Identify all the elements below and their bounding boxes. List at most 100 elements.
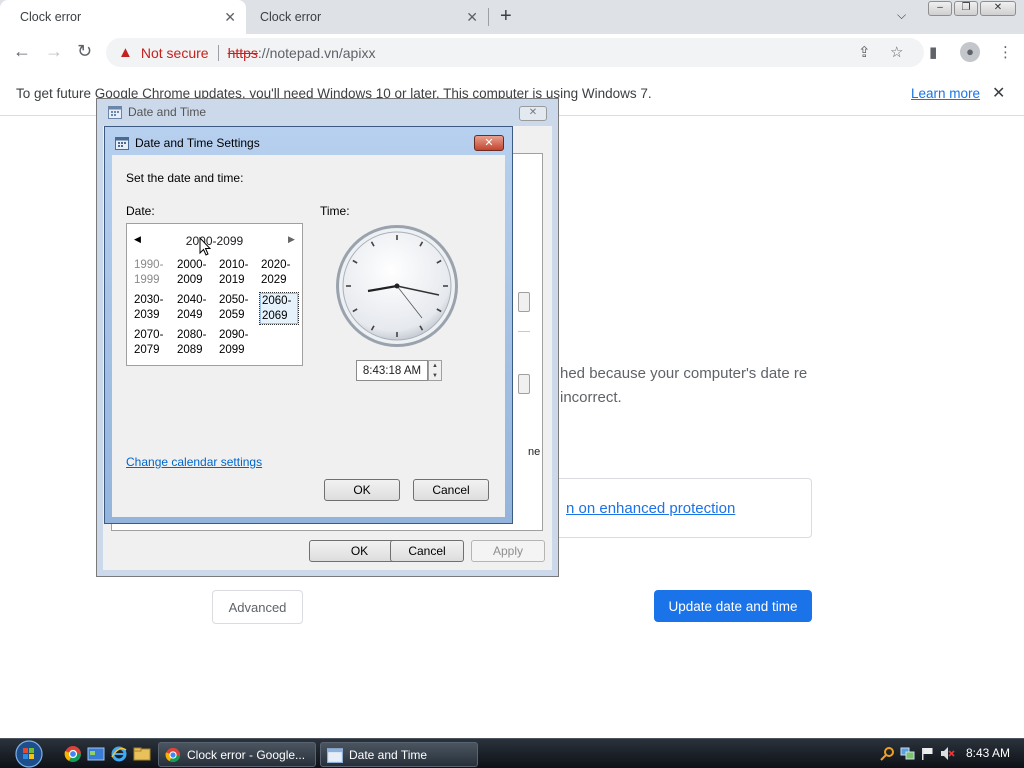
taskbar-task-chrome[interactable]: Clock error - Google... [158,742,316,767]
decade-cell[interactable]: 2070- 2079 [132,327,172,360]
decade-end: 2099 [219,344,245,356]
url-scheme: https [227,44,258,61]
decade-start: 2050- [219,294,249,306]
decade-start: 2060- [262,295,292,307]
reload-icon[interactable]: ↻ [77,41,92,62]
dialog-close-icon[interactable]: ✕ [519,106,547,121]
date-time-icon [115,137,129,150]
address-bar[interactable]: ▲ Not secure https ://notepad.vn/apixx [106,38,924,67]
change-calendar-settings-link[interactable]: Change calendar settings [126,455,262,469]
tab-separator [488,8,489,26]
dialog-close-icon[interactable]: ✕ [474,135,504,151]
show-desktop-icon[interactable] [87,745,105,763]
bookmark-star-icon[interactable]: ☆ [890,43,903,61]
time-input[interactable]: 8:43:18 AM [356,360,428,381]
omnibox-separator [217,44,219,61]
tab-strip: Clock error ✕ Clock error ✕ + ⌵ – ❐ ✕ [0,0,1024,34]
internet-explorer-icon[interactable] [110,745,128,763]
infobar-close-icon[interactable]: ✕ [992,83,1005,103]
decade-end: 2009 [177,274,203,286]
decade-start: 1990- [134,259,164,271]
window-close-icon[interactable]: ✕ [980,1,1016,16]
dialog-title: Date and Time [108,105,206,119]
decade-cell[interactable]: 2040- 2049 [175,292,215,325]
cancel-button[interactable]: Cancel [413,479,489,501]
calendar-picker[interactable]: ◀ 2000-2099 ▶ 1990- 1999 2000- 2009 2010- 201… [126,223,303,366]
decade-end: 2059 [219,309,245,321]
decade-cell[interactable]: 2050- 2059 [217,292,257,325]
side-panel-icon[interactable]: ▮ [929,43,937,61]
warning-triangle-icon[interactable]: ▲ [118,44,133,61]
tab-clock-error[interactable]: Clock error ✕ [240,0,490,34]
spin-down-icon[interactable]: ▼ [429,371,441,381]
learn-more-link[interactable]: Learn more [911,86,980,101]
decade-end: 2029 [261,274,287,286]
instruction-label: Set the date and time: [126,171,244,185]
taskbar-clock[interactable]: 8:43 AM [966,746,1010,760]
windows-taskbar: Clock error - Google... Date and Time 8:… [0,738,1024,768]
update-date-time-button[interactable]: Update date and time [654,590,812,622]
tab-clock-error-active[interactable]: Clock error ✕ [0,0,246,34]
decade-end: 2069 [262,310,288,322]
change-button-stub[interactable] [518,292,530,312]
ok-button[interactable]: OK [324,479,400,501]
tab-search-chevron-icon[interactable]: ⌵ [897,8,906,23]
file-explorer-icon[interactable] [133,745,151,763]
mouse-cursor-icon [199,237,211,256]
analog-clock [336,225,458,347]
dialog-title-text: Date and Time [128,105,207,119]
chrome-icon [165,747,181,762]
tab-close-icon[interactable]: ✕ [224,9,236,26]
decade-end: 2039 [134,309,160,321]
network-icon[interactable] [900,746,915,761]
decade-cell[interactable]: 2010- 2019 [217,257,257,290]
start-orb-icon[interactable] [8,739,48,768]
cancel-button[interactable]: Cancel [390,540,464,562]
tab-title: Clock error [260,10,322,24]
calendar-range-header[interactable]: 2000-2099 [127,234,302,248]
not-secure-label[interactable]: Not secure [141,45,209,61]
change-timezone-button-stub[interactable] [518,374,530,394]
apply-button[interactable]: Apply [471,540,545,562]
spin-up-icon[interactable]: ▲ [429,361,441,371]
back-arrow-icon[interactable]: ← [13,41,31,62]
action-center-flag-icon[interactable] [920,746,935,761]
time-spinner[interactable]: ▲ ▼ [428,360,442,381]
decade-cell[interactable]: 2000- 2009 [175,257,215,290]
decade-cell[interactable]: 2080- 2089 [175,327,215,360]
chrome-icon[interactable] [64,745,82,763]
restore-icon[interactable]: ❐ [954,1,978,16]
menu-kebab-icon[interactable]: ⋮ [998,43,1013,61]
decade-cell[interactable]: 2090- 2099 [217,327,257,360]
forward-arrow-icon[interactable]: → [45,41,63,62]
search-icon[interactable] [880,746,895,761]
tab-title: Clock error [20,10,82,24]
url-text: ://notepad.vn/apixx [257,44,376,61]
decade-cell[interactable]: 2020- 2029 [259,257,299,290]
decade-start: 2070- [134,329,164,341]
profile-avatar-icon[interactable]: ● [960,42,980,62]
volume-muted-icon[interactable] [940,746,955,761]
enhanced-protection-link[interactable]: n on enhanced protection [566,500,735,517]
date-time-icon [327,747,343,763]
minimize-icon[interactable]: – [928,1,952,16]
tab-close-icon[interactable]: ✕ [466,9,478,26]
new-tab-icon[interactable]: + [500,5,512,28]
decade-end: 2049 [177,309,203,321]
advanced-button[interactable]: Advanced [212,590,303,624]
divider [518,331,530,332]
time-label: Time: [320,204,350,218]
share-icon[interactable]: ⇪ [858,43,871,61]
error-description: hed because your computer's date re inco… [560,365,808,406]
dialog-title-text: Date and Time Settings [135,136,260,150]
decade-cell[interactable]: 2030- 2039 [132,292,172,325]
decade-cell[interactable]: 2060- 2069 [259,292,299,325]
date-label: Date: [126,204,155,218]
dialog-client-area: Set the date and time: Date: Time: ◀ 200… [112,155,505,517]
decade-start: 2090- [219,329,249,341]
decade-cell[interactable]: 1990- 1999 [132,257,172,290]
decade-end: 2019 [219,274,245,286]
calendar-next-arrow-icon[interactable]: ▶ [288,234,295,245]
decade-end: 2079 [134,344,160,356]
taskbar-task-date-time[interactable]: Date and Time [320,742,478,767]
